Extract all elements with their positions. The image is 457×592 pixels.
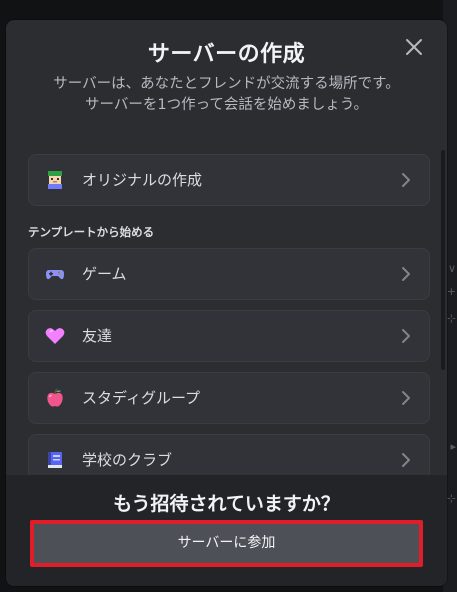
chevron-right-icon xyxy=(402,329,410,343)
chevron-right-icon xyxy=(402,267,410,281)
background-glyph: ⊹ xyxy=(446,492,456,505)
scrollbar-thumb[interactable] xyxy=(441,150,445,370)
pixel-art-creator-icon xyxy=(48,171,62,189)
background-glyph: ∨ xyxy=(447,262,456,275)
chevron-right-icon xyxy=(402,173,410,187)
option-label: オリジナルの作成 xyxy=(82,171,203,189)
join-server-button[interactable]: サーバーに参加 xyxy=(30,520,423,567)
option-label: スタディグループ xyxy=(82,389,201,407)
create-server-modal: サーバーの作成 サーバーは、あなたとフレンドが交流する場所です。 サーバーを1つ… xyxy=(6,20,447,586)
apple-icon xyxy=(47,388,63,407)
template-option-friends[interactable]: 友達 xyxy=(28,310,430,362)
template-option-gaming[interactable]: ゲーム xyxy=(28,248,430,300)
already-invited-heading: もう招待されていますか？ xyxy=(113,493,340,515)
template-option-study-group[interactable]: スタディグループ xyxy=(28,372,430,424)
create-own-option[interactable]: オリジナルの作成 xyxy=(28,154,430,206)
subtitle-line: サーバーは、あなたとフレンドが交流する場所です。 xyxy=(53,76,400,92)
background-glyph: ⊹ xyxy=(446,312,456,325)
modal-title: サーバーの作成 xyxy=(147,42,306,67)
option-label: 学校のクラブ xyxy=(82,451,173,469)
chevron-right-icon xyxy=(402,453,410,467)
book-icon xyxy=(48,452,62,468)
subtitle-line: サーバーを1つ作って会話を始めましょう。 xyxy=(85,97,368,113)
gamepad-icon xyxy=(46,270,64,280)
option-label: ゲーム xyxy=(82,265,127,283)
template-list[interactable]: オリジナルの作成 テンプレートから始める ゲーム 友達 スタディグループ 学校の… xyxy=(6,148,447,475)
templates-section-header: テンプレートから始める xyxy=(28,225,155,239)
modal-subtitle: サーバーは、あなたとフレンドが交流する場所です。 サーバーを1つ作って会話を始め… xyxy=(6,74,447,116)
option-label: 友達 xyxy=(82,327,113,345)
heart-icon xyxy=(45,328,65,344)
modal-footer: もう招待されていますか？ サーバーに参加 xyxy=(6,475,447,586)
scrollbar[interactable] xyxy=(441,148,445,475)
chevron-right-icon xyxy=(402,391,410,405)
background-glyph: + xyxy=(446,285,456,298)
template-option-school-club[interactable]: 学校のクラブ xyxy=(28,434,430,475)
background-glyph: ▸ xyxy=(450,440,456,453)
